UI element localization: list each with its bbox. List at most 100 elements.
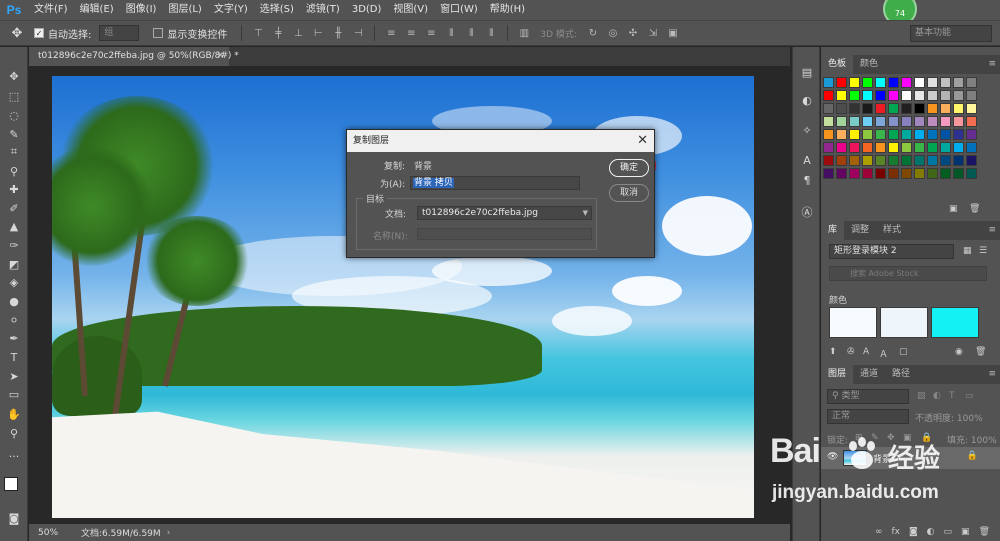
trash-icon[interactable]: 🗑 [975, 347, 986, 357]
dialog-titlebar[interactable]: 复制图层 ✕ [347, 130, 654, 152]
color-swatch[interactable] [966, 103, 977, 114]
color-swatch[interactable] [927, 103, 938, 114]
list-view-icon[interactable]: ☰ [979, 246, 987, 256]
color-swatch[interactable] [901, 168, 912, 179]
color-swatch[interactable] [914, 142, 925, 153]
color-swatch[interactable] [914, 116, 925, 127]
document-tab[interactable]: t012896c2e70c2ffeba.jpg @ 50%(RGB/8#) * … [29, 47, 239, 66]
color-swatch[interactable] [940, 155, 951, 166]
align-right-icon[interactable]: ⊣ [352, 27, 364, 39]
grid-view-icon[interactable]: ▦ [963, 246, 972, 256]
color-swatch[interactable] [888, 142, 899, 153]
add-character-style-icon[interactable]: A [863, 347, 869, 357]
color-swatch[interactable] [927, 168, 938, 179]
tab-color[interactable]: 颜色 [853, 55, 885, 74]
color-swatch[interactable] [927, 116, 938, 127]
distribute-hcenter-icon[interactable]: ⦀ [465, 27, 477, 39]
tab-libraries[interactable]: 库 [821, 221, 845, 240]
3d-drag-icon[interactable]: ✣ [627, 27, 639, 39]
marquee-icon[interactable]: ⬚ [4, 87, 24, 105]
color-swatch[interactable] [914, 103, 925, 114]
color-swatch[interactable] [888, 103, 899, 114]
color-swatch[interactable] [823, 103, 834, 114]
3d-slide-icon[interactable]: ⇲ [647, 27, 659, 39]
quick-mask-icon[interactable]: ◙ [4, 509, 24, 527]
filter-type-icon[interactable]: T [949, 391, 955, 401]
opacity-field[interactable]: 不透明度: 100% [915, 411, 983, 424]
color-swatch[interactable] [927, 142, 938, 153]
color-swatch[interactable] [875, 168, 886, 179]
distribute-bottom-icon[interactable]: ≡ [425, 27, 437, 39]
menu-filter[interactable]: 滤镜(T) [300, 0, 346, 20]
workspace-dropdown[interactable]: 基本功能 [910, 25, 992, 42]
tab-swatches[interactable]: 色板 [821, 55, 854, 74]
foreground-color-swatch[interactable] [4, 477, 18, 491]
chevron-right-icon[interactable]: › [167, 528, 171, 538]
menu-help[interactable]: 帮助(H) [484, 0, 531, 20]
quick-select-icon[interactable]: ✎ [4, 125, 24, 143]
color-swatch[interactable] [966, 168, 977, 179]
pen-icon[interactable]: ✒ [4, 329, 24, 347]
tab-channels[interactable]: 通道 [853, 365, 885, 384]
color-swatch[interactable] [888, 116, 899, 127]
dodge-icon[interactable]: ⚪ [4, 311, 24, 329]
menu-view[interactable]: 视图(V) [387, 0, 434, 20]
color-swatch[interactable] [823, 116, 834, 127]
color-swatch[interactable] [875, 77, 886, 88]
color-swatch[interactable] [836, 103, 847, 114]
color-swatch[interactable] [901, 142, 912, 153]
brush-panel-icon[interactable]: ✧ [798, 121, 816, 139]
color-swatch[interactable] [836, 168, 847, 179]
color-swatch[interactable] [966, 90, 977, 101]
color-swatch[interactable] [940, 90, 951, 101]
color-swatch[interactable] [849, 168, 860, 179]
color-swatch[interactable] [875, 103, 886, 114]
color-swatch[interactable] [914, 90, 925, 101]
paragraph-panel-icon[interactable]: ¶ [798, 171, 816, 189]
color-swatch[interactable] [914, 129, 925, 140]
color-swatch[interactable] [966, 77, 977, 88]
eyedropper-icon[interactable]: ⚲ [4, 162, 24, 180]
color-swatch[interactable] [836, 155, 847, 166]
color-swatch[interactable] [901, 155, 912, 166]
trash-icon[interactable]: 🗑 [979, 527, 990, 537]
menu-select[interactable]: 选择(S) [254, 0, 300, 20]
cc-sync-icon[interactable]: ◉ [955, 347, 963, 357]
color-swatch[interactable] [953, 77, 964, 88]
color-swatch[interactable] [901, 77, 912, 88]
stamp-icon[interactable]: ▲ [4, 217, 24, 235]
close-icon[interactable]: ✕ [637, 130, 648, 152]
panel-menu-icon[interactable]: ≡ [988, 59, 996, 69]
library-color-swatch[interactable] [931, 307, 979, 338]
color-swatch[interactable] [940, 77, 951, 88]
color-swatch[interactable] [875, 129, 886, 140]
filter-adjust-icon[interactable]: ◐ [933, 391, 941, 401]
tab-layers[interactable]: 图层 [821, 365, 854, 384]
color-swatch[interactable] [875, 116, 886, 127]
color-swatch[interactable] [836, 142, 847, 153]
color-swatch[interactable] [862, 116, 873, 127]
color-swatch[interactable] [836, 129, 847, 140]
show-transform-checkbox[interactable] [153, 28, 164, 38]
layer-name-input[interactable]: 背景 拷贝 [410, 176, 580, 190]
color-swatch[interactable] [849, 77, 860, 88]
distribute-left-icon[interactable]: ⦀ [445, 27, 457, 39]
tab-adjustments[interactable]: 调整 [844, 221, 876, 240]
shape-icon[interactable]: ▭ [4, 385, 24, 403]
3d-orbit-icon[interactable]: ↻ [587, 27, 599, 39]
library-dropdown[interactable]: 矩形登录模块 2 [829, 244, 954, 259]
lasso-icon[interactable]: ◌ [4, 106, 24, 124]
color-swatch[interactable] [849, 155, 860, 166]
color-swatch[interactable] [862, 77, 873, 88]
color-swatch[interactable] [927, 129, 938, 140]
add-text-icon[interactable]: Ａ [879, 347, 888, 360]
crop-icon[interactable]: ⌗ [4, 143, 24, 161]
zoom-icon[interactable]: ⚲ [4, 424, 24, 442]
color-swatch[interactable] [823, 77, 834, 88]
align-vcenter-icon[interactable]: ╪ [272, 27, 284, 39]
auto-select-checkbox[interactable]: ✓ [34, 28, 44, 38]
color-swatch[interactable] [823, 90, 834, 101]
healing-icon[interactable]: ✚ [4, 180, 24, 198]
color-swatch[interactable] [940, 103, 951, 114]
color-swatch[interactable] [953, 142, 964, 153]
